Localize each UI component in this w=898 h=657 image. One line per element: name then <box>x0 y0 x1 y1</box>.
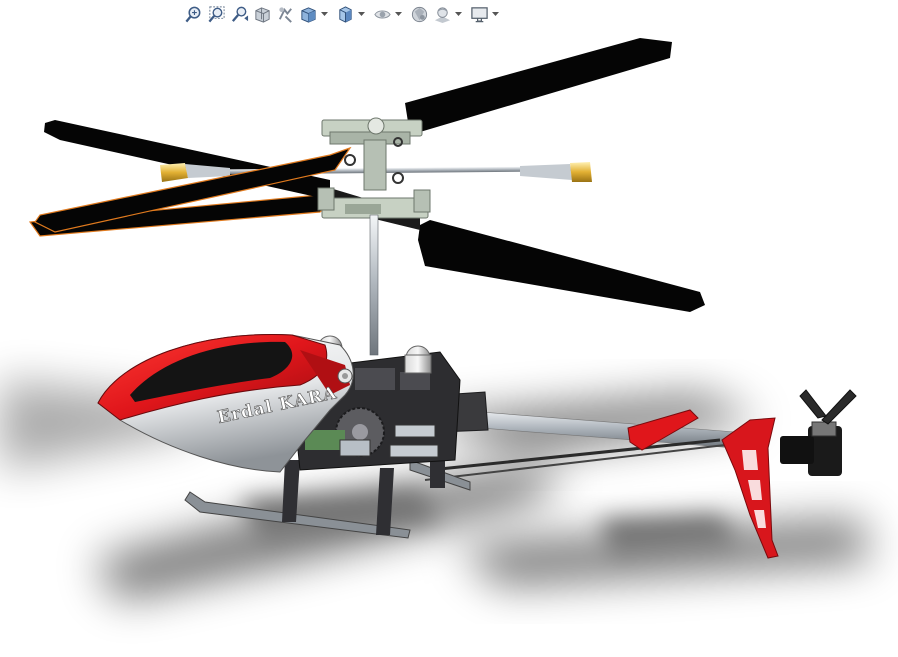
helicopter-assembly-model[interactable]: Erdal KARA <box>0 0 898 657</box>
display-style-dropdown[interactable] <box>357 3 365 25</box>
heads-up-view-toolbar <box>182 2 499 26</box>
tail-rotor <box>799 389 857 425</box>
zoom-to-area-icon <box>207 5 225 22</box>
chevron-down-icon <box>394 11 402 16</box>
view-orientation-icon <box>300 6 316 23</box>
hide-show-items-dropdown[interactable] <box>394 3 402 25</box>
hide-show-items-icon <box>373 9 391 19</box>
previous-view-icon <box>231 6 248 22</box>
edit-appearance-button[interactable] <box>408 3 430 25</box>
section-view-icon <box>254 6 270 23</box>
view-orientation-button[interactable] <box>297 3 319 25</box>
chevron-down-icon <box>491 11 499 16</box>
zoom-to-area-button[interactable] <box>205 3 227 25</box>
hide-show-items-button[interactable] <box>371 3 393 25</box>
chevron-down-icon <box>357 11 365 16</box>
apply-scene-button[interactable] <box>431 3 453 25</box>
view-settings-dropdown[interactable] <box>491 3 499 25</box>
display-style-icon <box>338 5 352 23</box>
main-shaft <box>369 214 379 356</box>
section-view-button[interactable] <box>251 3 273 25</box>
dynamic-annotation-views-button[interactable] <box>274 3 296 25</box>
chevron-down-icon <box>320 11 328 16</box>
view-settings-button[interactable] <box>468 3 490 25</box>
view-settings-icon <box>470 6 488 22</box>
display-style-button[interactable] <box>334 3 356 25</box>
apply-scene-icon <box>434 6 450 23</box>
zoom-to-fit-button[interactable] <box>182 3 204 25</box>
dynamic-annotation-views-icon <box>278 6 292 23</box>
zoom-to-fit-icon <box>184 6 200 22</box>
view-orientation-dropdown[interactable] <box>320 3 328 25</box>
previous-view-button[interactable] <box>228 3 250 25</box>
chevron-down-icon <box>454 11 462 16</box>
apply-scene-dropdown[interactable] <box>454 3 462 25</box>
graphics-viewport[interactable]: Erdal KARA <box>0 0 898 657</box>
edit-appearance-icon <box>411 6 427 22</box>
